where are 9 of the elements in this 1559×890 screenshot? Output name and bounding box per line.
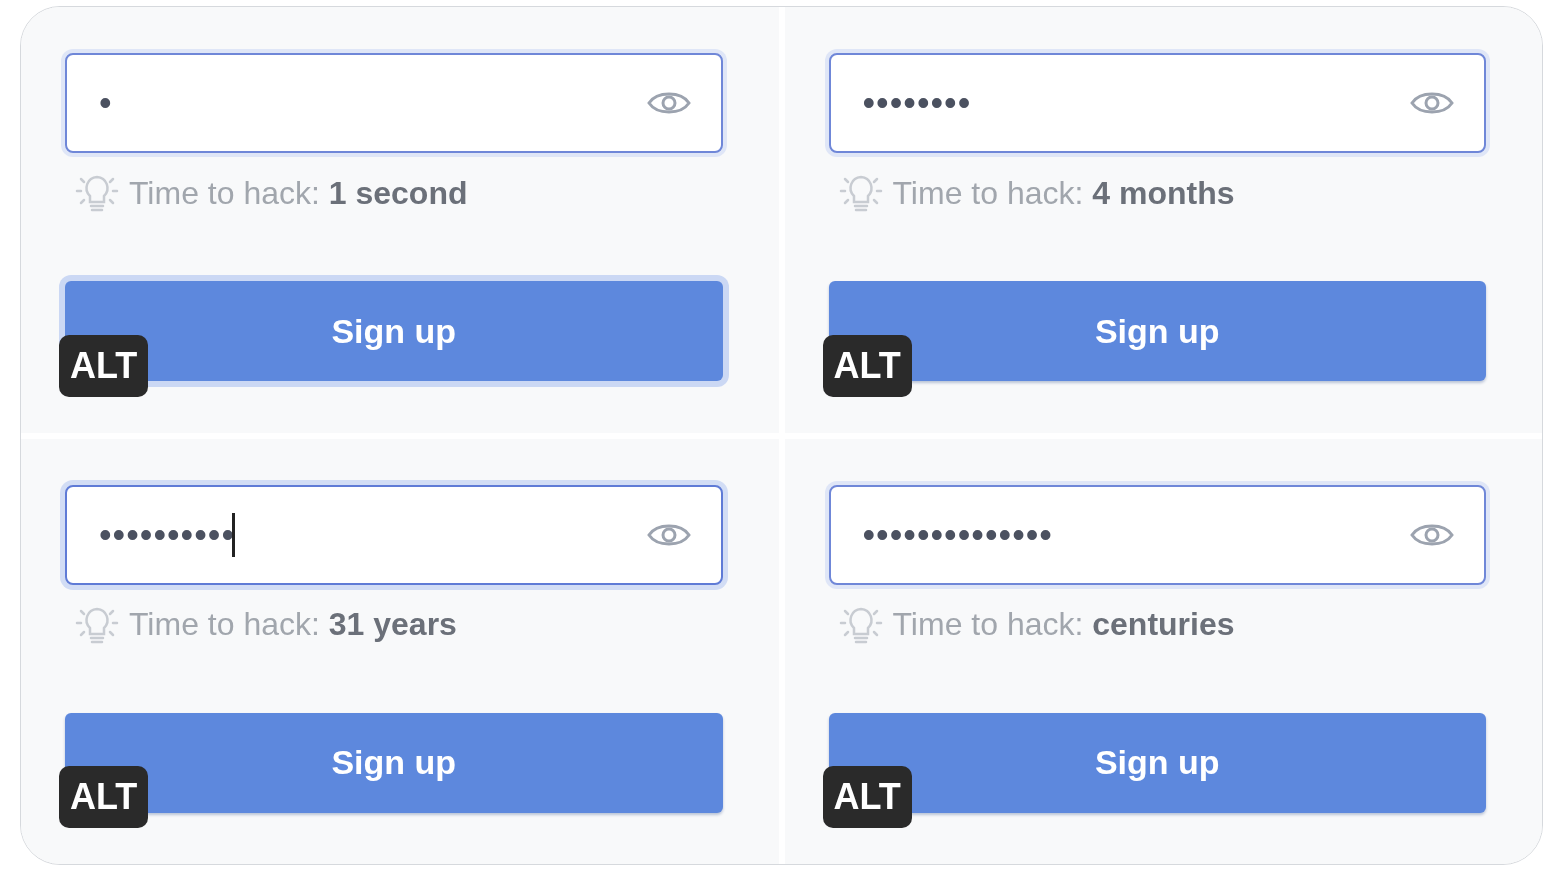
alt-badge[interactable]: ALT [59,334,149,397]
alt-badge[interactable]: ALT [59,766,149,828]
time-to-hack-text: Time to hack: 31 years [129,606,457,643]
time-to-hack-text: Time to hack: centuries [892,606,1235,643]
alt-badge[interactable]: ALT [822,766,912,828]
time-to-hack-text: Time to hack: 1 second [129,174,468,212]
alt-badge[interactable]: ALT [822,334,912,397]
text-cursor [232,512,235,557]
time-to-hack-text: Time to hack: 4 months [892,174,1235,212]
